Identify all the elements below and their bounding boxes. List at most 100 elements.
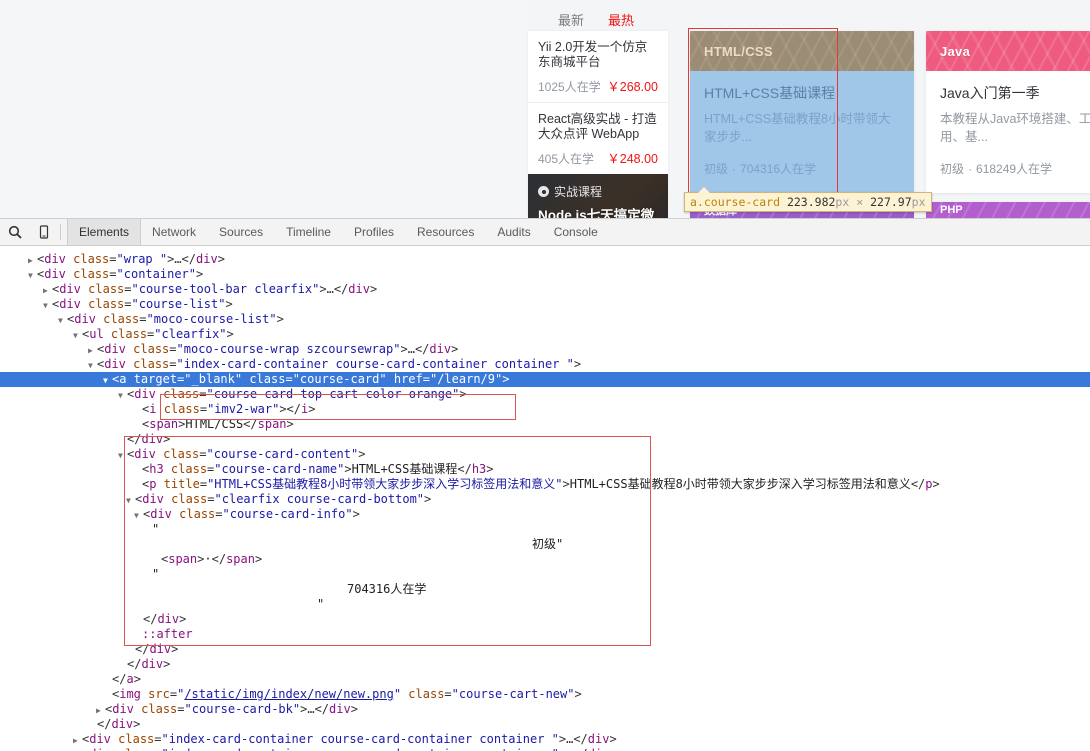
course-card[interactable]: PHP	[926, 202, 1090, 218]
course-card[interactable]: Java Java入门第一季 本教程从Java环境搭建、工具使用、基... 初级…	[926, 31, 1090, 193]
promo-item-title: React高级实战 - 打造大众点评 WebApp	[538, 112, 657, 141]
tooltip-separator: ×	[856, 195, 864, 209]
dom-node-row[interactable]: <div class="course-card-top cart-color o…	[0, 387, 1090, 402]
device-toolbar-button[interactable]	[29, 219, 58, 245]
promo-item-meta: 405人在学 ￥248.00	[538, 148, 658, 167]
course-card-tag: PHP	[940, 204, 963, 216]
tooltip-height-unit: px	[911, 195, 926, 209]
dom-node-row[interactable]: <h3 class="course-card-name">HTML+CSS基础课…	[0, 462, 1090, 477]
dom-node-row[interactable]: <div class="index-card-container course-…	[0, 732, 1090, 747]
dom-node-row[interactable]: <div class="moco-course-list">	[0, 312, 1090, 327]
tooltip-height: 227.97	[870, 195, 912, 209]
dom-node-row[interactable]: <div class="clearfix course-card-bottom"…	[0, 492, 1090, 507]
course-card-top: Java	[926, 31, 1090, 71]
course-card-separator: ·	[968, 162, 973, 176]
dom-node-row[interactable]: </div>	[0, 432, 1090, 447]
course-card-info: 初级 · 618249人在学	[940, 160, 1052, 177]
course-cards-row: HTML/CSS HTML+CSS基础课程 HTML+CSS基础教程8小时带领大…	[690, 31, 1090, 193]
course-card-name: Java入门第一季	[940, 85, 1040, 101]
promo-item-learners: 1025人在学	[538, 80, 601, 94]
tooltip-width-unit: px	[835, 195, 850, 209]
inspect-element-button[interactable]	[0, 219, 29, 245]
tab-sources[interactable]: Sources	[208, 219, 275, 245]
sort-tab-hottest[interactable]: 最热	[608, 10, 634, 29]
course-card-learners: 618249人在学	[976, 162, 1053, 176]
dom-node-row[interactable]: </div>	[0, 612, 1090, 627]
dom-node-row[interactable]: </div>	[0, 717, 1090, 732]
course-card-separator: ·	[732, 162, 737, 176]
tab-resources[interactable]: Resources	[406, 219, 486, 245]
dom-node-row[interactable]: </div>	[0, 657, 1090, 672]
dom-node-row[interactable]: <i class="imv2-war"></i>	[0, 402, 1090, 417]
dom-tree[interactable]: <div class="wrap ">…</div> <div class="c…	[0, 246, 1090, 751]
dom-node-row[interactable]: <div class="course-card-info">	[0, 507, 1090, 522]
dom-node-row[interactable]: <div class="wrap ">…</div>	[0, 252, 1090, 267]
promo-banner-tag: 实战课程	[538, 183, 658, 200]
promo-item[interactable]: React高级实战 - 打造大众点评 WebApp 405人在学 ￥248.00	[528, 102, 668, 174]
course-card-top: PHP	[926, 202, 1090, 218]
course-card-content: Java入门第一季 本教程从Java环境搭建、工具使用、基...	[926, 71, 1090, 146]
tab-console[interactable]: Console	[543, 219, 610, 245]
device-toolbar-icon	[39, 225, 48, 239]
promo-item-price: ￥268.00	[607, 80, 658, 94]
dom-node-row[interactable]: <ul class="clearfix">	[0, 327, 1090, 342]
promo-item[interactable]: Yii 2.0开发一个仿京东商城平台 1025人在学 ￥268.00	[528, 31, 668, 102]
tab-elements[interactable]: Elements	[67, 219, 142, 245]
tab-timeline[interactable]: Timeline	[275, 219, 343, 245]
dom-text-row[interactable]: "	[0, 522, 1090, 537]
dom-node-row[interactable]: </a>	[0, 672, 1090, 687]
dom-text-row[interactable]: 初级"	[0, 537, 1090, 552]
toolbar-divider	[60, 224, 61, 240]
promo-panel: Yii 2.0开发一个仿京东商城平台 1025人在学 ￥268.00 React…	[528, 31, 668, 218]
promo-item-meta: 1025人在学 ￥268.00	[538, 76, 658, 95]
dom-node-row[interactable]: </div>	[0, 642, 1090, 657]
dom-text-row[interactable]: 704316人在学	[0, 582, 1090, 597]
promo-banner-title: Node.js七天搞定微信公众号	[538, 208, 655, 218]
dom-node-row[interactable]: <div class="course-card-bk">…</div>	[0, 702, 1090, 717]
course-card-content: HTML+CSS基础课程 HTML+CSS基础教程8小时带领大家步步...	[690, 71, 914, 146]
tab-network[interactable]: Network	[141, 219, 208, 245]
course-card-desc: HTML+CSS基础教程8小时带领大家步步...	[704, 112, 891, 144]
tab-audits[interactable]: Audits	[486, 219, 542, 245]
promo-item-learners: 405人在学	[538, 152, 595, 166]
course-card-info: 初级 · 704316人在学	[704, 160, 816, 177]
dom-node-row[interactable]: <p title="HTML+CSS基础教程8小时带领大家步步深入学习标签用法和…	[0, 477, 1090, 492]
tooltip-width: 223.982	[786, 195, 836, 209]
tab-profiles[interactable]: Profiles	[343, 219, 406, 245]
dom-text-row[interactable]: "	[0, 597, 1090, 612]
dom-node-row[interactable]: <div class="course-list">	[0, 297, 1090, 312]
course-card-tag: Java	[940, 43, 971, 59]
dom-node-row[interactable]: <div class="container">	[0, 267, 1090, 282]
dom-node-row[interactable]: <div class="moco-course-wrap szcoursewra…	[0, 342, 1090, 357]
course-card[interactable]: HTML/CSS HTML+CSS基础课程 HTML+CSS基础教程8小时带领大…	[690, 31, 914, 193]
course-card-level: 初级	[704, 162, 729, 176]
screenshot-root: 最新 最热 Yii 2.0开发一个仿京东商城平台 1025人在学 ￥268.00…	[0, 0, 1090, 751]
dom-text-row[interactable]: "	[0, 567, 1090, 582]
location-pin-icon	[538, 186, 549, 197]
dom-node-row[interactable]: <img src="/static/img/index/new/new.png"…	[0, 687, 1090, 702]
promo-item-title: Yii 2.0开发一个仿京东商城平台	[538, 40, 648, 69]
course-card-top: HTML/CSS	[690, 31, 914, 71]
course-card-name: HTML+CSS基础课程	[704, 85, 836, 101]
dom-node-row[interactable]: <div class="index-card-container course-…	[0, 747, 1090, 751]
devtools-panel: Elements Network Sources Timeline Profil…	[0, 218, 1090, 751]
dom-node-row[interactable]: <div class="course-card-content">	[0, 447, 1090, 462]
sort-tabs: 最新 最热	[558, 10, 634, 29]
page-left-blank-area	[0, 0, 528, 218]
dom-node-row[interactable]: <div class="course-tool-bar clearfix">…<…	[0, 282, 1090, 297]
promo-banner-tag-label: 实战课程	[554, 185, 603, 199]
dom-node-row-selected[interactable]: <a target="_blank" class="course-card" h…	[0, 372, 1090, 387]
dom-node-row[interactable]: <span>·</span>	[0, 552, 1090, 567]
dom-pseudo-row[interactable]: ::after	[0, 627, 1090, 642]
course-card-learners: 704316人在学	[740, 162, 817, 176]
dom-node-row[interactable]: <span>HTML/CSS</span>	[0, 417, 1090, 432]
course-card-tag: HTML/CSS	[704, 43, 773, 59]
dom-node-row[interactable]: <div class="index-card-container course-…	[0, 357, 1090, 372]
sort-tab-newest[interactable]: 最新	[558, 10, 584, 29]
page-viewport: 最新 最热 Yii 2.0开发一个仿京东商城平台 1025人在学 ￥268.00…	[0, 0, 1090, 218]
course-card-desc: 本教程从Java环境搭建、工具使用、基...	[940, 112, 1090, 144]
promo-item-price: ￥248.00	[607, 152, 658, 166]
promo-banner[interactable]: 实战课程 Node.js七天搞定微信公众号	[528, 174, 668, 218]
devtools-tabs: Elements Network Sources Timeline Profil…	[67, 219, 610, 245]
devtools-toolbar: Elements Network Sources Timeline Profil…	[0, 219, 1090, 246]
